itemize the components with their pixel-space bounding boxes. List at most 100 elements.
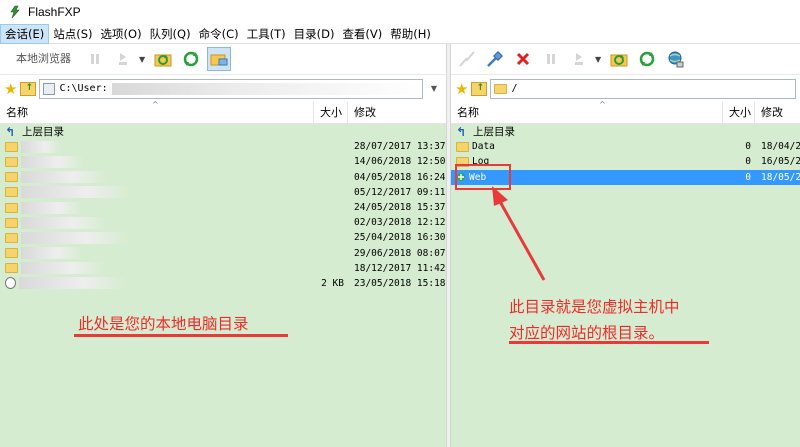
annotation-arrow	[492, 186, 546, 281]
col-size[interactable]: 大小	[723, 101, 755, 124]
file-row[interactable]: Data 0 18/04/20	[451, 139, 800, 154]
refresh-local-button[interactable]	[151, 47, 175, 71]
drive-icon	[43, 82, 56, 95]
file-modified: 04/05/2018 16:24	[354, 171, 446, 183]
file-name-cell	[0, 140, 314, 153]
file-name-cell	[0, 216, 314, 229]
file-size: 0	[745, 156, 751, 168]
connect-button[interactable]	[455, 47, 479, 71]
redacted-name	[21, 155, 84, 168]
redacted-name	[21, 231, 129, 244]
col-modified[interactable]: 修改	[348, 102, 446, 124]
col-modified[interactable]: 修改	[755, 102, 800, 124]
disconnect-button[interactable]	[483, 47, 507, 71]
file-row[interactable]: 05/12/2017 09:11	[0, 185, 446, 200]
file-name-cell	[0, 171, 314, 184]
up-directory-row[interactable]: ↰ 上层目录	[451, 124, 800, 139]
local-browser-button[interactable]: 本地浏览器	[4, 48, 79, 70]
remote-column-header: ^ 名称 大小 修改	[451, 100, 800, 124]
pause-icon	[547, 54, 555, 64]
pause-icon	[91, 54, 99, 64]
file-row[interactable]: 02/03/2018 12:12	[0, 215, 446, 230]
col-size[interactable]: 大小	[314, 101, 348, 124]
sort-caret-icon: ^	[599, 100, 606, 109]
pause-button[interactable]	[83, 47, 107, 71]
local-address-bar: ★ ↑ C:\User: ▼	[0, 74, 446, 102]
remote-pause-button[interactable]	[539, 47, 563, 71]
menu-options[interactable]: 选项(O)	[97, 24, 146, 44]
refresh-remote-button[interactable]	[607, 47, 631, 71]
file-name-cell	[0, 247, 314, 260]
local-browse-toggle[interactable]	[207, 47, 231, 71]
menu-sites[interactable]: 站点(S)	[49, 24, 96, 44]
file-name-cell	[0, 201, 314, 214]
menu-directory[interactable]: 目录(D)	[290, 24, 339, 44]
menu-session[interactable]: 会话(E)	[0, 23, 50, 44]
transfer-dropdown[interactable]: ▼	[139, 55, 147, 64]
redacted-name	[21, 201, 83, 214]
remote-transfer-button[interactable]	[567, 47, 591, 71]
local-toolbar: 本地浏览器 ▼	[0, 44, 446, 74]
favorite-star-icon[interactable]: ★	[455, 80, 468, 98]
local-file-list[interactable]: ^ 名称 大小 修改 ↰ 上层目录 28/07/2017 13:37 14/06/…	[0, 100, 446, 447]
remote-transfer-dropdown[interactable]: ▼	[595, 55, 603, 64]
file-row[interactable]: 24/05/2018 15:37	[0, 200, 446, 215]
remote-sync-button[interactable]	[635, 47, 659, 71]
col-name[interactable]: 名称	[451, 101, 723, 124]
up-directory-row[interactable]: ↰ 上层目录	[0, 124, 446, 139]
sync-icon	[639, 51, 655, 67]
remote-path-input[interactable]: /	[490, 78, 796, 99]
file-name-cell	[0, 231, 314, 244]
folder-icon	[5, 217, 18, 228]
redacted-path	[111, 82, 422, 95]
menu-help[interactable]: 帮助(H)	[386, 24, 435, 44]
redacted-name	[21, 247, 82, 260]
parent-folder-icon[interactable]: ↑	[20, 81, 37, 96]
file-modified: 02/03/2018 12:12	[354, 217, 446, 229]
parent-folder-icon[interactable]: ↑	[471, 81, 488, 96]
file-modified: 14/06/2018 12:50	[354, 156, 446, 168]
up-directory-label: 上层目录	[22, 126, 64, 139]
abort-button[interactable]	[511, 47, 535, 71]
folder-computer-icon	[210, 54, 228, 66]
transfer-button[interactable]	[111, 47, 135, 71]
file-row[interactable]: 28/07/2017 13:37	[0, 139, 446, 154]
local-path-input[interactable]: C:\User:	[39, 78, 423, 99]
sort-caret-icon: ^	[152, 100, 159, 109]
site-manager-button[interactable]	[663, 47, 687, 71]
file-icon	[5, 277, 16, 290]
folder-icon	[5, 248, 18, 259]
file-modified: 23/05/2018 15:18	[354, 277, 446, 289]
local-column-header: ^ 名称 大小 修改	[0, 100, 446, 124]
file-size: 0	[745, 141, 751, 153]
file-name-cell	[0, 186, 314, 199]
file-row[interactable]: 04/05/2018 16:24	[0, 170, 446, 185]
file-name-cell	[0, 262, 314, 275]
file-row[interactable]: 29/06/2018 08:07	[0, 246, 446, 261]
file-modified: 29/06/2018 08:07	[354, 247, 446, 259]
file-modified: 16/05/20	[761, 156, 800, 168]
transfer-icon	[575, 53, 583, 65]
folder-icon	[5, 141, 18, 152]
local-pane: 本地浏览器 ▼ ★ ↑ C:\User: ▼ ^ 名称 大小 修改 ↰ 上层目录…	[0, 44, 446, 447]
file-row[interactable]: 18/12/2017 11:42	[0, 261, 446, 276]
plug-icon	[487, 51, 503, 67]
menu-tools[interactable]: 工具(T)	[243, 24, 290, 44]
folder-icon	[5, 156, 18, 167]
sync-button[interactable]	[179, 47, 203, 71]
local-path-dropdown[interactable]: ▼	[426, 79, 442, 99]
transfer-icon	[119, 53, 127, 65]
file-modified: 18/05/20	[761, 171, 800, 183]
file-modified: 28/07/2017 13:37	[354, 141, 446, 153]
redacted-name	[21, 186, 130, 199]
menu-queue[interactable]: 队列(Q)	[146, 24, 195, 44]
file-row[interactable]: 2 KB 23/05/2018 15:18	[0, 276, 446, 291]
flashfxp-logo-icon	[10, 5, 20, 19]
file-name-cell	[0, 277, 314, 290]
menu-view[interactable]: 查看(V)	[338, 24, 386, 44]
folder-icon	[456, 141, 469, 152]
file-row[interactable]: 14/06/2018 12:50	[0, 154, 446, 169]
file-row[interactable]: 25/04/2018 16:30	[0, 230, 446, 245]
favorite-star-icon[interactable]: ★	[4, 80, 17, 98]
menu-commands[interactable]: 命令(C)	[195, 24, 243, 44]
